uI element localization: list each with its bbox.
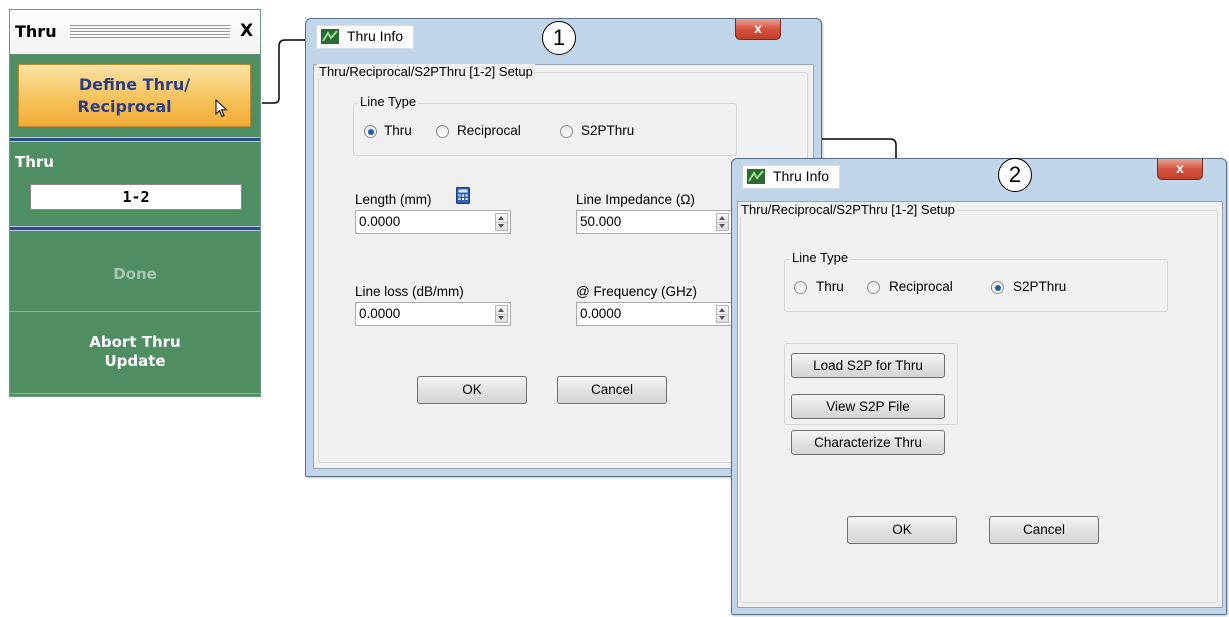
line-loss-input[interactable]: 0.0000: [355, 302, 511, 326]
radio-s2pthru[interactable]: [991, 281, 1004, 294]
app-icon: [747, 169, 765, 184]
ok-button[interactable]: OK: [847, 516, 957, 544]
radio-s2pthru[interactable]: [560, 125, 573, 138]
frequency-spinner[interactable]: [716, 305, 729, 323]
length-value: 0.0000: [359, 214, 401, 229]
radio-thru-label: Thru: [384, 123, 412, 138]
radio-reciprocal[interactable]: [436, 125, 449, 138]
frequency-input[interactable]: 0.0000: [576, 302, 732, 326]
dialog1-close-button[interactable]: x: [735, 19, 781, 40]
radio-reciprocal-label: Reciprocal: [889, 279, 953, 294]
radio-reciprocal[interactable]: [867, 281, 880, 294]
calculator-icon[interactable]: [456, 187, 470, 204]
impedance-label: Line Impedance (Ω): [576, 192, 695, 207]
dialog2-close-button[interactable]: x: [1157, 159, 1203, 180]
impedance-spinner[interactable]: [716, 213, 729, 231]
dialog1-title: Thru Info: [347, 28, 404, 44]
line-loss-value: 0.0000: [359, 306, 401, 321]
callout-1: 1: [542, 21, 576, 55]
load-s2p-button[interactable]: Load S2P for Thru: [791, 353, 945, 378]
line-type-label: Line Type: [790, 250, 851, 265]
dialog2-client: Thru/Reciprocal/S2PThru [1-2] Setup Line…: [737, 201, 1223, 608]
view-s2p-button[interactable]: View S2P File: [791, 394, 945, 419]
radio-thru[interactable]: [364, 125, 377, 138]
cancel-button[interactable]: Cancel: [557, 376, 667, 404]
frequency-label: @ Frequency (GHz): [576, 284, 697, 299]
radio-s2pthru-label: S2PThru: [581, 123, 635, 138]
length-input[interactable]: 0.0000: [355, 210, 511, 234]
line-loss-label: Line loss (dB/mm): [355, 284, 464, 299]
app-icon: [321, 29, 339, 44]
radio-reciprocal-label: Reciprocal: [457, 123, 521, 138]
cancel-button[interactable]: Cancel: [989, 516, 1099, 544]
frequency-value: 0.0000: [580, 306, 622, 321]
radio-thru-label: Thru: [816, 279, 844, 294]
line-loss-spinner[interactable]: [495, 305, 508, 323]
radio-thru[interactable]: [794, 281, 807, 294]
callout-2: 2: [998, 158, 1032, 192]
setup-group-title: Thru/Reciprocal/S2PThru [1-2] Setup: [317, 64, 535, 79]
dialog2-title: Thru Info: [773, 168, 830, 184]
ok-button[interactable]: OK: [417, 376, 527, 404]
length-spinner[interactable]: [495, 213, 508, 231]
impedance-input[interactable]: 50.000: [576, 210, 732, 234]
dialog2-title-box: Thru Info: [742, 165, 841, 189]
setup-group-title: Thru/Reciprocal/S2PThru [1-2] Setup: [739, 202, 957, 217]
dialog2-titlebar: Thru Info x: [732, 159, 1226, 189]
length-label: Length (mm): [355, 192, 432, 207]
impedance-value: 50.000: [580, 214, 622, 229]
radio-s2pthru-label: S2PThru: [1013, 279, 1067, 294]
dialog1-title-box: Thru Info: [316, 25, 415, 49]
characterize-thru-button[interactable]: Characterize Thru: [791, 430, 945, 455]
line-type-label: Line Type: [358, 94, 419, 109]
thru-info-dialog-2: Thru Info x Thru/Reciprocal/S2PThru [1-2…: [731, 158, 1227, 615]
